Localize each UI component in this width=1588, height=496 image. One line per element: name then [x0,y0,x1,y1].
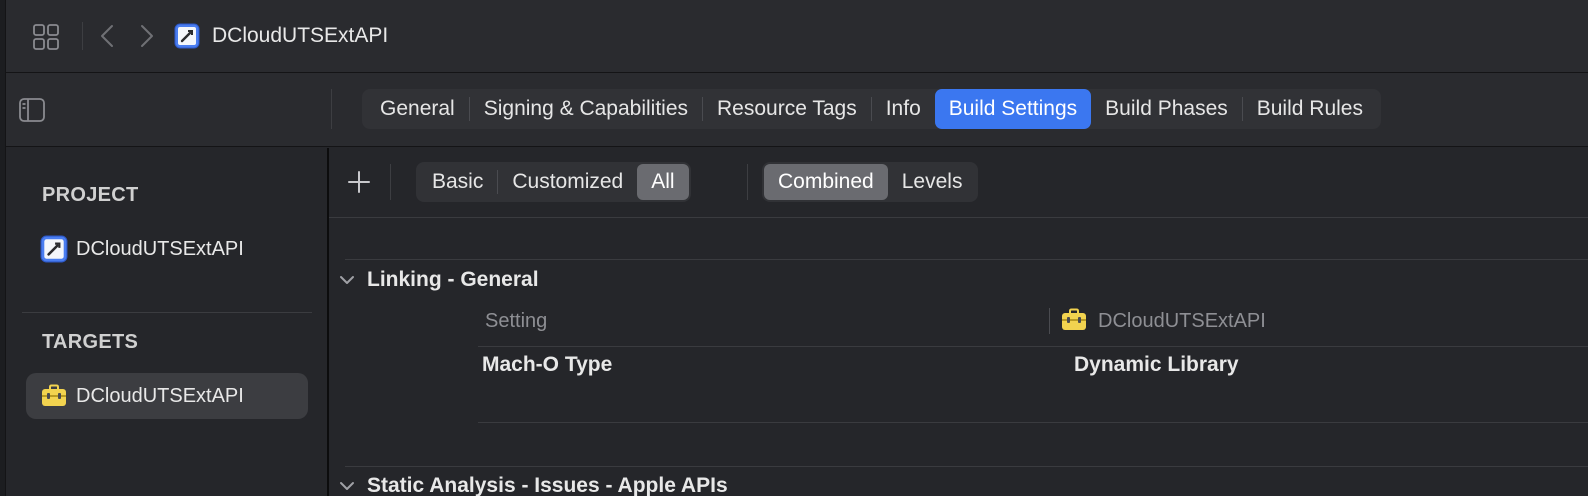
toolbox-icon [1059,306,1089,334]
tab-general[interactable]: General [366,89,469,129]
group-title: Static Analysis - Issues - Apple APIs [367,474,728,496]
chevron-down-icon[interactable] [337,270,357,290]
setting-value[interactable]: Dynamic Library [1074,353,1239,377]
tab-signing-capabilities[interactable]: Signing & Capabilities [470,89,702,129]
toolbar-divider [82,22,83,50]
sidebar-item-label: DCloudUTSExtAPI [76,237,244,260]
column-header-target: DCloudUTSExtAPI [1098,310,1266,332]
editor-tabs: General Signing & Capabilities Resource … [362,89,1381,129]
group-divider [345,259,1588,260]
project-navigator: PROJECT DCloudUTSExtAPI TARGETS DCloudUT… [6,148,328,496]
sidebar-divider [22,312,312,313]
scope-segmented-control: Basic Customized All [416,162,691,202]
chevron-right-icon[interactable] [132,21,160,51]
view-segmented-control: Combined Levels [762,162,979,202]
filter-divider [747,164,748,200]
group-divider [345,466,1588,467]
add-icon[interactable] [345,168,373,196]
build-settings-editor: Basic Customized All Combined Levels Lin… [329,148,1588,496]
tab-build-settings[interactable]: Build Settings [934,89,1092,129]
tab-build-rules[interactable]: Build Rules [1243,89,1377,129]
group-header-static-analysis[interactable]: Static Analysis - Issues - Apple APIs [337,474,728,496]
targets-section-header: TARGETS [42,331,139,353]
row-divider [478,346,1588,347]
toolbar: DCloudUTSExtAPI [6,0,1588,73]
chevron-down-icon[interactable] [337,476,357,496]
sidebar-item-project[interactable]: DCloudUTSExtAPI [26,226,308,272]
toolbox-icon [40,382,68,410]
window-title: DCloudUTSExtAPI [212,24,389,47]
scope-basic[interactable]: Basic [418,164,497,200]
tab-resource-tags[interactable]: Resource Tags [703,89,871,129]
row-divider [478,422,1588,423]
sidebar-toggle-icon[interactable] [18,96,46,124]
sidebar-item-label: DCloudUTSExtAPI [76,384,244,407]
project-icon [40,235,68,263]
filter-divider [390,164,391,200]
column-header-setting: Setting [485,310,548,332]
filter-bar: Basic Customized All Combined Levels [329,148,1588,218]
project-icon [174,23,200,49]
setting-name[interactable]: Mach-O Type [482,353,612,377]
view-levels[interactable]: Levels [888,164,977,200]
project-section-header: PROJECT [42,184,139,206]
scope-customized[interactable]: Customized [498,164,637,200]
view-combined[interactable]: Combined [764,164,888,200]
column-separator[interactable] [1049,308,1050,334]
tab-bar-divider [331,89,332,129]
editor-tab-bar: General Signing & Capabilities Resource … [6,73,1588,147]
scope-all[interactable]: All [637,164,689,200]
group-header-linking-general[interactable]: Linking - General [337,268,539,292]
group-title: Linking - General [367,268,539,291]
sidebar-item-target[interactable]: DCloudUTSExtAPI [26,373,308,419]
tab-info[interactable]: Info [872,89,935,129]
chevron-left-icon[interactable] [94,21,122,51]
tab-build-phases[interactable]: Build Phases [1091,89,1242,129]
grid-icon[interactable] [32,23,60,51]
